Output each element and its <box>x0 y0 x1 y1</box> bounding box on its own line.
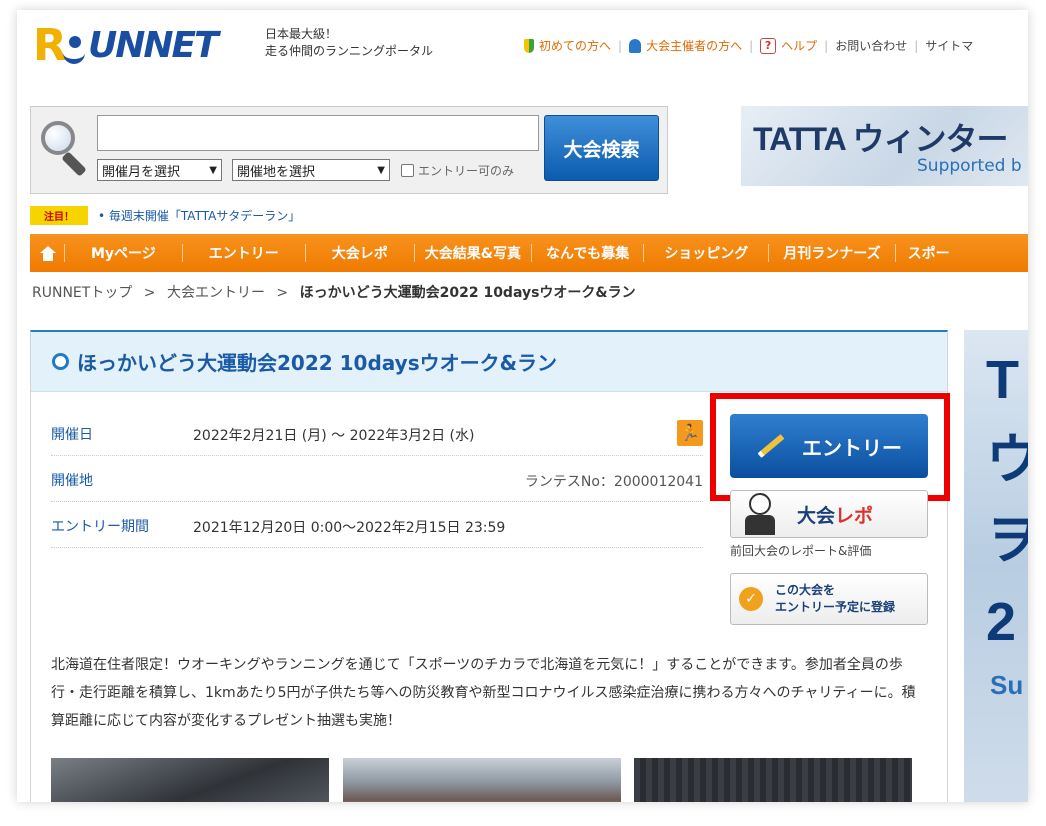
entry-period-row: エントリー期間 2021年12月20日 0:00～2022年2月15日 23:5… <box>51 502 703 548</box>
tagline-line-2: 走る仲間のランニングポータル <box>265 44 434 58</box>
event-title: ほっかいどう大運動会2022 10daysウオーク&ラン <box>77 351 558 375</box>
tatta-winter-banner[interactable]: TATTA ウィンター Supported b <box>741 106 1028 186</box>
chevron-down-icon: ▼ <box>377 164 385 176</box>
side-banner-char-4: 2 <box>986 592 1017 652</box>
sitemap-link[interactable]: サイトマ <box>925 37 973 54</box>
race-report-button[interactable]: 大会レポ <box>730 490 928 538</box>
report-note: 前回大会のレポート&評価 <box>730 544 872 558</box>
event-header: ほっかいどう大運動会2022 10daysウオーク&ラン <box>31 332 947 392</box>
nav-monthly-runners[interactable]: 月刊ランナーズ <box>769 243 894 263</box>
tagline-line-1: 日本最大級！ <box>265 27 338 41</box>
magnifier-icon <box>41 121 89 177</box>
logo-r-mark: R <box>33 20 67 71</box>
notice-link-label: 毎週末開催「TATTAサタデーラン」 <box>108 209 301 223</box>
breadcrumb-separator: > <box>276 285 289 301</box>
logo-dot <box>69 36 81 48</box>
report-label-accent: レポ <box>835 504 874 527</box>
event-venue-row: 開催地 ランテスNo：2000012041 <box>51 456 703 502</box>
entry-only-checkbox[interactable]: エントリー可のみ <box>401 162 514 179</box>
breadcrumb-separator: > <box>143 285 156 301</box>
banner-subtitle: Supported b <box>917 156 1022 176</box>
attention-badge: 注目！ <box>30 206 88 225</box>
plan-label: この大会を エントリー予定に登録 <box>775 582 895 616</box>
plan-label-line-1: この大会を <box>775 583 836 597</box>
contact-link[interactable]: お問い合わせ <box>835 37 907 54</box>
side-banner-char-1: T <box>986 350 1019 410</box>
help-label: ヘルプ <box>781 39 818 53</box>
logo-wordmark: UNNET <box>88 25 219 66</box>
nav-results-photos[interactable]: 大会結果&写真 <box>415 243 531 263</box>
nav-shopping[interactable]: ショッピング <box>644 243 768 263</box>
entry-highlight-box <box>710 393 950 501</box>
breadcrumb-current: ほっかいどう大運動会2022 10daysウオーク&ラン <box>299 285 636 301</box>
race-search-panel: 開催月を選択 ▼ 開催地を選択 ▼ エントリー可のみ 大会検索 <box>30 106 668 194</box>
plan-label-line-2: エントリー予定に登録 <box>775 600 896 614</box>
nav-sports[interactable]: スポー <box>896 243 962 263</box>
add-to-planned-entries-button[interactable]: ✓ この大会を エントリー予定に登録 <box>730 573 928 625</box>
side-banner-char-2: ウ <box>986 430 1028 490</box>
event-description: 北海道在住者限定！ウオーキングやランニングを通じて「スポーツのチカラで北海道を元… <box>51 657 916 729</box>
nav-mypage[interactable]: Myページ <box>65 243 182 263</box>
runtes-number: ランテスNo：2000012041 <box>524 474 703 490</box>
help-icon: ? <box>760 37 777 54</box>
nav-recruitment[interactable]: なんでも募集 <box>532 243 643 263</box>
first-time-link[interactable]: 初めての方へ <box>524 37 611 54</box>
search-input[interactable] <box>97 115 539 151</box>
person-icon <box>629 38 642 53</box>
nav-race-report[interactable]: 大会レポ <box>306 243 414 263</box>
date-value: 2022年2月21日 (月) ～ 2022年3月2日 (水) <box>193 428 475 444</box>
tatta-saturday-run-link[interactable]: • 毎週末開催「TATTAサタデーラン」 <box>98 207 300 224</box>
nav-entry[interactable]: エントリー <box>183 243 305 263</box>
breadcrumb: RUNNETトップ > 大会エントリー > ほっかいどう大運動会2022 10d… <box>32 282 636 302</box>
venue-label: 開催地 <box>51 473 93 489</box>
circle-icon <box>52 353 69 370</box>
top-utility-nav: 初めての方へ | 大会主催者の方へ | ? ヘルプ | お問い合わせ | サイト… <box>524 37 973 54</box>
first-time-label: 初めての方へ <box>539 39 612 53</box>
report-label-main: 大会 <box>797 504 836 527</box>
breadcrumb-home[interactable]: RUNNETトップ <box>32 285 132 301</box>
breadcrumb-race-entry[interactable]: 大会エントリー <box>167 285 265 301</box>
entry-only-label: エントリー可のみ <box>418 164 515 178</box>
side-banner[interactable]: T ウ ヲ 2 Su <box>964 330 1028 802</box>
notice-bar: 注目！ • 毎週末開催「TATTAサタデーラン」 <box>30 206 300 225</box>
month-select-value: 開催月を選択 <box>102 164 181 180</box>
month-select[interactable]: 開催月を選択 ▼ <box>97 159 222 181</box>
event-photo-1[interactable] <box>51 758 329 802</box>
help-link[interactable]: ? ヘルプ <box>760 37 817 54</box>
organizers-label: 大会主催者の方へ <box>646 39 743 53</box>
banner-title: TATTA ウィンター <box>753 121 1008 157</box>
home-icon[interactable] <box>40 245 56 261</box>
tagline: 日本最大級！ 走る仲間のランニングポータル <box>265 26 433 60</box>
entry-period-label: エントリー期間 <box>51 519 149 535</box>
runnet-logo[interactable]: R UNNET <box>33 22 265 74</box>
side-banner-sub: Su <box>990 670 1024 700</box>
beginner-mark-icon <box>524 38 534 53</box>
chevron-down-icon: ▼ <box>209 164 217 176</box>
side-banner-char-3: ヲ <box>986 510 1028 570</box>
checkbox-box[interactable] <box>401 164 414 177</box>
organizers-link[interactable]: 大会主催者の方へ <box>629 37 742 54</box>
entry-period-value: 2021年12月20日 0:00～2022年2月15日 23:59 <box>193 520 506 536</box>
race-report-label: 大会レポ <box>797 501 873 528</box>
check-icon: ✓ <box>739 587 763 611</box>
area-select-value: 開催地を選択 <box>237 164 316 180</box>
date-label: 開催日 <box>51 427 93 443</box>
area-select[interactable]: 開催地を選択 ▼ <box>232 159 390 181</box>
browser-page: R UNNET 日本最大級！ 走る仲間のランニングポータル 初めての方へ | 大… <box>17 10 1028 802</box>
main-nav: Myページ エントリー 大会レポ 大会結果&写真 なんでも募集 ショッピング 月… <box>30 234 1028 272</box>
event-photo-2[interactable] <box>343 758 621 802</box>
mascot-icon <box>737 491 783 537</box>
runner-icon: 🏃 <box>677 420 703 446</box>
event-photo-3[interactable] <box>634 758 912 802</box>
race-search-button[interactable]: 大会検索 <box>544 115 659 181</box>
event-date-row: 開催日 2022年2月21日 (月) ～ 2022年3月2日 (水) 🏃 <box>51 410 703 456</box>
